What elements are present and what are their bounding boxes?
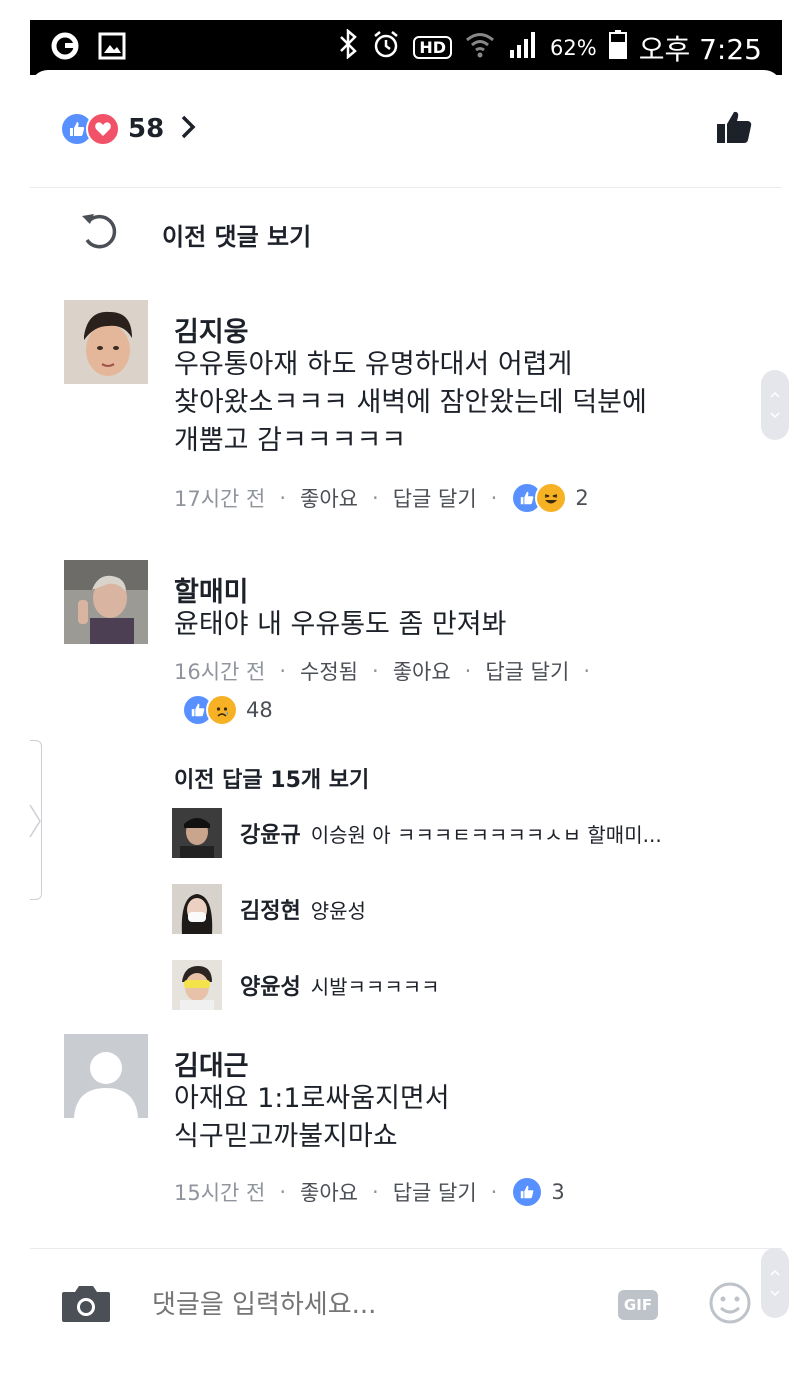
like-comment-button[interactable]: 좋아요 (393, 656, 451, 686)
reply-item[interactable]: 강윤규 이승원 아 ㅋㅋㅋㅌㅋㅋㅋㅋㅅㅂ 할매미... (172, 808, 662, 858)
status-bar: HD 62% 오후 7:25 (30, 20, 782, 75)
comment-text: 우유통아재 하도 유명하대서 어렵게 찾아왔소ㅋㅋㅋ 새벽에 잠안왔는데 덕분에… (174, 346, 647, 460)
sad-reaction-icon (206, 694, 238, 726)
view-previous-replies[interactable]: 이전 답글 15개 보기 (174, 762, 369, 794)
haha-reaction-icon (535, 482, 568, 514)
battery-percent: 62% (550, 35, 597, 60)
reaction-count: 58 (128, 113, 165, 144)
comment-input[interactable] (152, 1289, 618, 1320)
scroll-handle[interactable] (761, 1248, 789, 1318)
comment-reactions-row: 48 (182, 694, 273, 726)
reply-item[interactable]: 김정현 양윤성 (172, 884, 366, 934)
clock: 오후 7:25 (638, 32, 762, 66)
wifi-icon (464, 29, 496, 66)
reply-text: 시발ㅋㅋㅋㅋㅋ (310, 974, 440, 999)
comment-text: 윤태야 내 우유통도 좀 만져봐 (174, 606, 506, 644)
avatar[interactable] (64, 1034, 148, 1118)
gif-button[interactable]: GIF (618, 1289, 658, 1320)
hd-voice-icon: HD (413, 36, 452, 59)
reply-item[interactable]: 양윤성 시발ㅋㅋㅋㅋㅋ (172, 960, 440, 1010)
separator: · (490, 486, 498, 510)
comment-line: 아재요 1:1로싸움지면서 (174, 1083, 450, 1114)
reply-author[interactable]: 강윤규 (240, 817, 301, 849)
comment-author[interactable]: 김지웅 (174, 310, 249, 349)
like-comment-button[interactable]: 좋아요 (300, 483, 358, 513)
chevron-right-icon (180, 114, 196, 144)
avatar[interactable] (172, 884, 222, 934)
comment-author[interactable]: 할매미 (174, 570, 249, 609)
reaction-count: 3 (551, 1180, 565, 1204)
like-reaction-icon (511, 1176, 544, 1208)
reactions-summary[interactable]: 58 (60, 111, 196, 146)
view-previous-comments[interactable]: 이전 댓글 보기 (78, 210, 311, 258)
comment-meta: 15시간 전 · 좋아요 · 답글 달기 · 3 (174, 1176, 565, 1208)
comment-line: 찾아왔소ㅋㅋㅋ 새벽에 잠안왔는데 덕분에 (174, 387, 647, 418)
comment-line: 우유통아재 하도 유명하대서 어렵게 (174, 349, 573, 380)
separator: · (372, 659, 379, 683)
separator: · (279, 659, 287, 683)
reply-button[interactable]: 답글 달기 (393, 483, 477, 513)
app-notification-icon (50, 31, 80, 65)
reactions-summary-bar: 58 (30, 70, 782, 188)
sticker-smiley-icon[interactable] (708, 1281, 752, 1329)
comment-author[interactable]: 김대근 (174, 1044, 249, 1083)
previous-comments-label: 이전 댓글 보기 (162, 222, 312, 251)
separator: · (490, 1180, 498, 1204)
scroll-handle[interactable] (761, 370, 789, 440)
comment-text: 아재요 1:1로싸움지면서 식구믿고까불지마쇼 (174, 1080, 450, 1156)
image-notification-icon (98, 32, 126, 64)
avatar[interactable] (172, 960, 222, 1010)
like-comment-button[interactable]: 좋아요 (300, 1177, 358, 1207)
separator: · (279, 486, 287, 510)
comment-line: 윤태야 내 우유통도 좀 만져봐 (174, 609, 507, 640)
reply-author[interactable]: 김정현 (240, 893, 301, 925)
reaction-count: 48 (246, 698, 273, 722)
edge-panel-handle[interactable] (29, 740, 42, 900)
refresh-arrow-icon (78, 210, 122, 258)
love-reaction-icon (86, 111, 120, 146)
comment-line: 식구믿고까불지마쇼 (174, 1121, 398, 1152)
battery-icon (608, 29, 627, 66)
comment-timestamp: 15시간 전 (174, 1181, 266, 1205)
comment-input-bar: GIF (30, 1248, 782, 1360)
separator: · (372, 1180, 379, 1204)
comment-reactions[interactable]: 3 (511, 1176, 565, 1208)
reply-text: 이승원 아 ㅋㅋㅋㅌㅋㅋㅋㅋㅅㅂ 할매미... (310, 822, 662, 847)
comment-reactions[interactable]: 48 (182, 694, 273, 726)
comment-timestamp: 17시간 전 (174, 487, 266, 511)
separator: · (583, 659, 591, 683)
comment-line: 개뿜고 감ㅋㅋㅋㅋㅋ (174, 425, 407, 456)
avatar[interactable] (64, 560, 148, 644)
edited-label[interactable]: 수정됨 (300, 656, 358, 686)
reply-text: 양윤성 (310, 898, 366, 923)
camera-icon[interactable] (60, 1282, 112, 1328)
bluetooth-icon (337, 28, 359, 66)
separator: · (372, 486, 379, 510)
comments-sheet: 58 이전 댓글 보기 김지웅 우유통아재 하도 유명하대서 어렵게 찾아왔소ㅋ… (30, 70, 782, 1360)
avatar[interactable] (172, 808, 222, 858)
comment-reactions[interactable]: 2 (511, 482, 589, 514)
like-post-button[interactable] (716, 110, 752, 148)
comment-meta: 17시간 전 · 좋아요 · 답글 달기 · 2 (174, 482, 589, 514)
comment-timestamp: 16시간 전 (174, 660, 266, 684)
reaction-count: 2 (575, 486, 589, 510)
alarm-icon (371, 29, 401, 66)
comment-meta: 16시간 전 · 수정됨 · 좋아요 · 답글 달기 · (174, 656, 604, 686)
reply-button[interactable]: 답글 달기 (393, 1177, 477, 1207)
avatar[interactable] (64, 300, 148, 384)
separator: · (464, 659, 472, 683)
reply-author[interactable]: 양윤성 (240, 969, 301, 1001)
signal-icon (508, 30, 538, 65)
separator: · (279, 1180, 287, 1204)
reply-button[interactable]: 답글 달기 (485, 656, 569, 686)
